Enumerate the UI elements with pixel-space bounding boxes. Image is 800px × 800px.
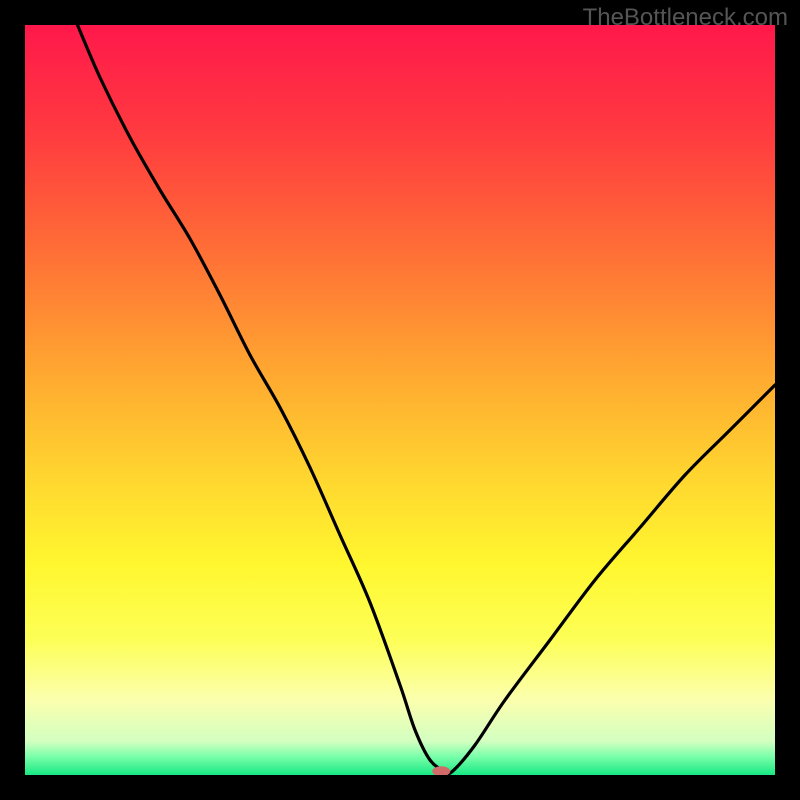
chart-plot-area <box>25 25 775 775</box>
chart-background <box>25 25 775 775</box>
chart-svg <box>25 25 775 775</box>
watermark-text: TheBottleneck.com <box>583 4 788 32</box>
